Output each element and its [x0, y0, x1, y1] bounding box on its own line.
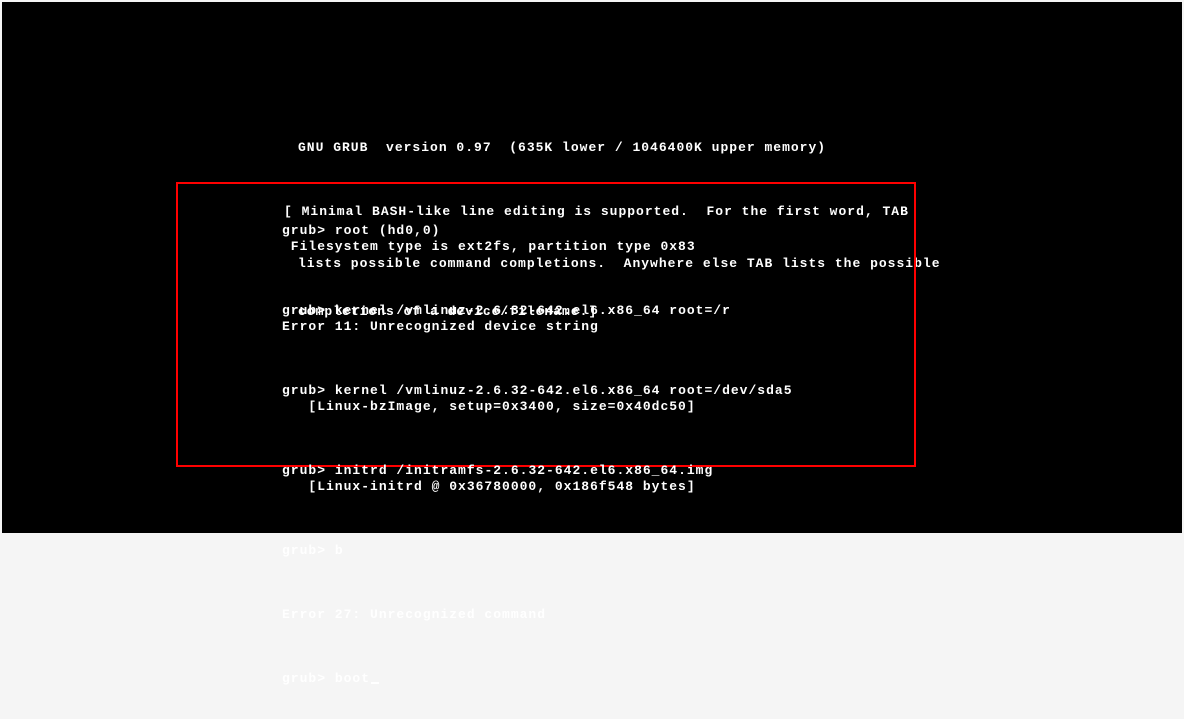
command-text: b — [335, 543, 344, 558]
command-text: root (hd0,0) — [335, 223, 441, 238]
command-output: Error 27: Unrecognized command — [282, 607, 793, 623]
terminal-window: GNU GRUB version 0.97 (635K lower / 1046… — [2, 2, 1182, 533]
command-block-initrd: grub> initrd /initramfs-2.6.32-642.el6.x… — [282, 463, 793, 495]
command-output: Filesystem type is ext2fs, partition typ… — [282, 239, 793, 255]
command-output: [Linux-bzImage, setup=0x3400, size=0x40d… — [282, 399, 793, 415]
command-block-b: grub> b — [282, 543, 793, 559]
command-block-kernel-ok: grub> kernel /vmlinuz-2.6.32-642.el6.x86… — [282, 383, 793, 415]
current-input-text: boot — [335, 671, 370, 687]
command-block-error27: Error 27: Unrecognized command — [282, 607, 793, 623]
grub-prompt: grub> — [282, 543, 326, 558]
grub-prompt: grub> — [282, 463, 326, 478]
grub-prompt: grub> — [282, 671, 326, 687]
grub-prompt: grub> — [282, 223, 326, 238]
command-output: [Linux-initrd @ 0x36780000, 0x186f548 by… — [282, 479, 793, 495]
command-text: initrd /initramfs-2.6.32-642.el6.x86_64.… — [335, 463, 713, 478]
current-prompt-line[interactable]: grub> boot — [282, 671, 793, 687]
command-output: Error 11: Unrecognized device string — [282, 319, 793, 335]
grub-prompt: grub> — [282, 303, 326, 318]
grub-prompt: grub> — [282, 383, 326, 398]
command-text: kernel /vmlinuz-2.6.32-642.el6.x86_64 ro… — [335, 303, 731, 318]
grub-session: grub> root (hd0,0) Filesystem type is ex… — [282, 191, 793, 719]
command-block-kernel-error: grub> kernel /vmlinuz-2.6.32-642.el6.x86… — [282, 303, 793, 335]
grub-title: GNU GRUB version 0.97 (635K lower / 1046… — [298, 140, 941, 156]
command-text: kernel /vmlinuz-2.6.32-642.el6.x86_64 ro… — [335, 383, 793, 398]
cursor — [371, 682, 379, 684]
command-block-root: grub> root (hd0,0) Filesystem type is ex… — [282, 223, 793, 255]
